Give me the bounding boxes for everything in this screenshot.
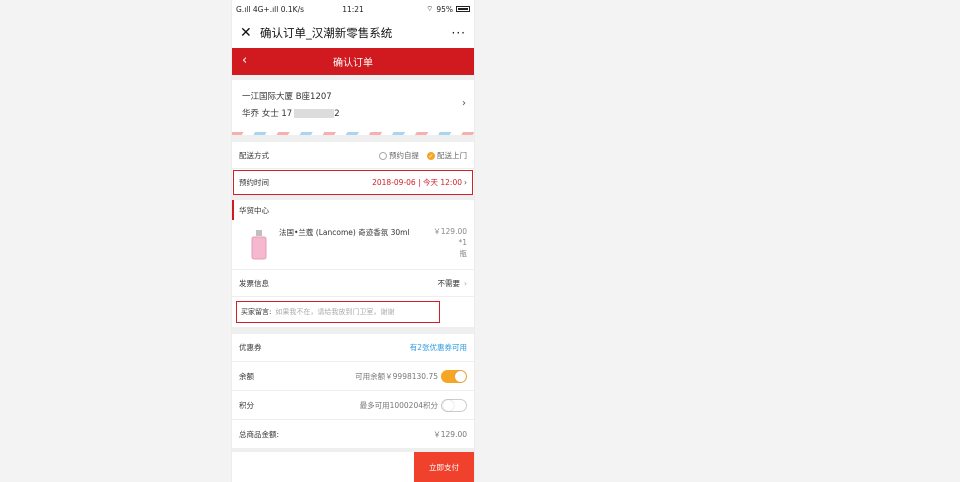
status-time: 11:21 bbox=[342, 4, 364, 14]
message-placeholder: 如果我不在，请给我放到门卫室，谢谢 bbox=[275, 308, 395, 316]
buyer-message-input[interactable]: 买家留言: 如果我不在，请给我放到门卫室，谢谢 bbox=[236, 301, 440, 323]
chevron-right-icon: › bbox=[464, 177, 467, 187]
battery-icon bbox=[456, 6, 470, 12]
status-bar: G.ıll 4G+.ıll 0.1K/s 11:21 ⌔ 95% bbox=[232, 0, 474, 18]
phone-tail: 2 bbox=[334, 109, 340, 119]
phone-screen: G.ıll 4G+.ıll 0.1K/s 11:21 ⌔ 95% ✕ 确认订单_… bbox=[232, 0, 474, 482]
pickup-option[interactable]: 预约自提 bbox=[379, 150, 419, 161]
checkout-footer: 立即支付 bbox=[232, 452, 474, 482]
contact-name: 华乔 女士 17 bbox=[242, 109, 293, 119]
address-line: 一江国际大厦 B座1207 bbox=[242, 92, 332, 102]
balance-value: 可用余额￥9998130.75 bbox=[355, 371, 438, 381]
chevron-right-icon: › bbox=[464, 278, 467, 288]
chevron-right-icon: › bbox=[462, 98, 466, 109]
close-icon[interactable]: ✕ bbox=[240, 25, 260, 41]
more-options-icon[interactable]: ··· bbox=[452, 26, 466, 40]
total-value: ￥129.00 bbox=[433, 429, 467, 439]
balance-row: 余额 可用余额￥9998130.75 bbox=[232, 362, 474, 391]
product-unit: 瓶 bbox=[459, 249, 468, 258]
webview-title-bar: ✕ 确认订单_汉潮新零售系统 ··· bbox=[232, 18, 474, 48]
coupon-label: 优惠券 bbox=[239, 343, 262, 352]
product-item[interactable]: 法国•兰蔻 (Lancome) 奇迹香氛 30ml ￥129.00 *1 瓶 bbox=[232, 220, 474, 270]
invoice-label: 发票信息 bbox=[239, 278, 269, 288]
battery-percent: 95% bbox=[436, 4, 453, 14]
store-header: 华贸中心 bbox=[232, 200, 474, 220]
wifi-icon: ⌔ bbox=[426, 4, 434, 13]
home-delivery-option[interactable]: ✓ 配送上门 bbox=[427, 150, 467, 161]
window-title: 确认订单_汉潮新零售系统 bbox=[260, 26, 393, 40]
points-row: 积分 最多可用1000204积分 bbox=[232, 391, 474, 420]
total-label: 总商品金额: bbox=[239, 429, 280, 439]
delivery-label: 配送方式 bbox=[239, 150, 269, 160]
pay-now-button[interactable]: 立即支付 bbox=[414, 452, 474, 482]
appointment-label: 预约时间 bbox=[239, 177, 269, 187]
store-name: 华贸中心 bbox=[239, 205, 269, 215]
page-header: ‹ 确认订单 bbox=[232, 48, 474, 75]
page-title: 确认订单 bbox=[333, 58, 373, 69]
coupon-value: 有2张优惠券可用 bbox=[409, 343, 467, 352]
masked-phone bbox=[294, 109, 335, 118]
buyer-message-row: 买家留言: 如果我不在，请给我放到门卫室，谢谢 bbox=[232, 297, 474, 327]
message-label: 买家留言: bbox=[241, 308, 272, 316]
appointment-value: 2018-09-06 | 今天 12:00 bbox=[372, 177, 462, 187]
points-toggle[interactable] bbox=[441, 398, 467, 412]
appointment-time-row[interactable]: 预约时间 2018-09-06 | 今天 12:00 › bbox=[232, 169, 474, 196]
points-label: 积分 bbox=[239, 400, 254, 410]
signal-indicator: G.ıll 4G+.ıll 0.1K/s bbox=[236, 4, 304, 14]
chevron-left-icon[interactable]: ‹ bbox=[242, 53, 247, 68]
coupon-row[interactable]: 优惠券 有2张优惠券可用 bbox=[232, 334, 474, 362]
product-name: 法国•兰蔻 (Lancome) 奇迹香氛 30ml bbox=[279, 228, 410, 237]
invoice-row[interactable]: 发票信息 不需要 › bbox=[232, 270, 474, 297]
points-value: 最多可用1000204积分 bbox=[359, 400, 438, 410]
product-price: ￥129.00 bbox=[433, 227, 467, 236]
delivery-method-row: 配送方式 预约自提 ✓ 配送上门 bbox=[232, 142, 474, 169]
perfume-bottle-icon bbox=[239, 224, 279, 266]
total-row: 总商品金额: ￥129.00 bbox=[232, 420, 474, 449]
balance-label: 余额 bbox=[239, 371, 254, 381]
balance-toggle[interactable] bbox=[441, 369, 467, 383]
invoice-value: 不需要 bbox=[437, 278, 461, 288]
radio-checked-icon: ✓ bbox=[427, 151, 435, 160]
contact-line: 华乔 女士 17 2 bbox=[242, 107, 464, 124]
address-card[interactable]: 一江国际大厦 B座1207 华乔 女士 17 2 › bbox=[232, 80, 474, 132]
product-qty: *1 bbox=[458, 238, 467, 247]
radio-unchecked-icon bbox=[379, 151, 387, 160]
